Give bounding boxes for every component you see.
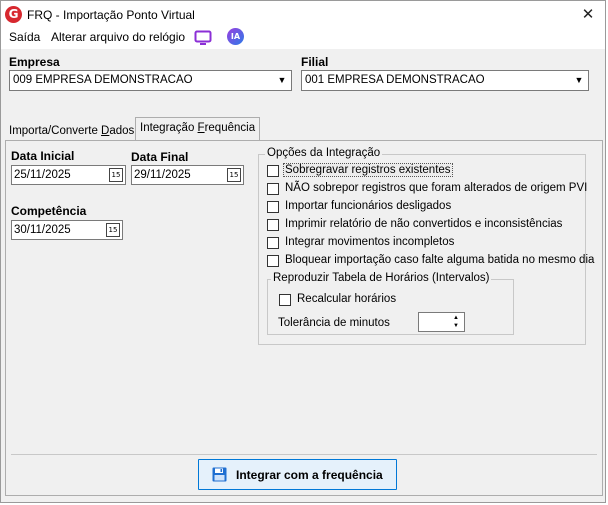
checkbox[interactable]	[267, 183, 279, 195]
data-final-field[interactable]: 29/11/2025 15	[131, 165, 244, 185]
empresa-value: 009 EMPRESA DEMONSTRACAO	[13, 74, 193, 86]
empresa-select[interactable]: 009 EMPRESA DEMONSTRACAO ▼	[9, 70, 292, 91]
menu-item-alterar-arquivo[interactable]: Alterar arquivo do relógio	[51, 30, 185, 44]
chevron-down-icon[interactable]: ▼	[274, 72, 290, 89]
spin-down-icon[interactable]: ▼	[449, 322, 463, 330]
ai-assistant-icon[interactable]: IA	[227, 28, 244, 45]
opcoes-integracao-title: Opções da Integração	[265, 147, 383, 159]
save-icon	[212, 467, 227, 482]
tab-integracao-frequencia[interactable]: Integração Frequência	[135, 117, 261, 141]
app-logo-icon: G	[5, 6, 22, 23]
reproduzir-tabela-group: Reproduzir Tabela de Horários (Intervalo…	[267, 272, 514, 335]
checkbox[interactable]	[267, 255, 279, 267]
menu-bar: Saída Alterar arquivo do relógio	[1, 27, 605, 49]
tab-importa-converte[interactable]: Importa/Converte Dados	[5, 123, 138, 141]
chevron-down-icon[interactable]: ▼	[571, 72, 587, 89]
filial-select[interactable]: 001 EMPRESA DEMONSTRACAO ▼	[301, 70, 589, 91]
divider	[11, 454, 597, 455]
spin-up-icon[interactable]: ▲	[449, 314, 463, 322]
checkbox[interactable]	[279, 294, 291, 306]
reproduzir-tabela-title: Reproduzir Tabela de Horários (Intervalo…	[271, 272, 492, 284]
data-inicial-field[interactable]: 25/11/2025 15	[11, 165, 126, 185]
tab-strip: Importa/Converte Dados Integração Frequê…	[5, 117, 605, 141]
empresa-label: Empresa	[9, 55, 60, 69]
data-inicial-label: Data Inicial	[11, 149, 75, 163]
window-title: FRQ - Importação Ponto Virtual	[27, 8, 195, 22]
monitor-icon[interactable]	[194, 29, 212, 47]
filial-value: 001 EMPRESA DEMONSTRACAO	[305, 74, 485, 86]
checkbox[interactable]	[267, 219, 279, 231]
close-icon[interactable]: ✕	[577, 4, 599, 26]
title-bar: G FRQ - Importação Ponto Virtual ✕	[1, 1, 605, 29]
data-final-label: Data Final	[131, 150, 189, 164]
tolerancia-stepper[interactable]: ▲ ▼	[418, 312, 465, 332]
main-window: G FRQ - Importação Ponto Virtual ✕ Saída…	[0, 0, 606, 503]
filial-label: Filial	[301, 55, 329, 69]
checkbox[interactable]	[267, 201, 279, 213]
tab-panel: Data Inicial 25/11/2025 15 Data Final 29…	[5, 140, 603, 496]
competencia-field[interactable]: 30/11/2025 15	[11, 220, 123, 240]
opcoes-integracao-group: Opções da Integração Sobregravar registr…	[258, 147, 594, 345]
competencia-label: Competência	[11, 204, 87, 218]
calendar-icon[interactable]: 15	[109, 168, 123, 182]
checkbox[interactable]	[267, 237, 279, 249]
checkbox[interactable]	[267, 165, 279, 177]
tolerancia-label: Tolerância de minutos	[278, 317, 390, 329]
calendar-icon[interactable]: 15	[106, 223, 120, 237]
calendar-icon[interactable]: 15	[227, 168, 241, 182]
menu-item-saida[interactable]: Saída	[9, 30, 40, 44]
integrar-frequencia-button[interactable]: Integrar com a frequência	[198, 459, 397, 490]
